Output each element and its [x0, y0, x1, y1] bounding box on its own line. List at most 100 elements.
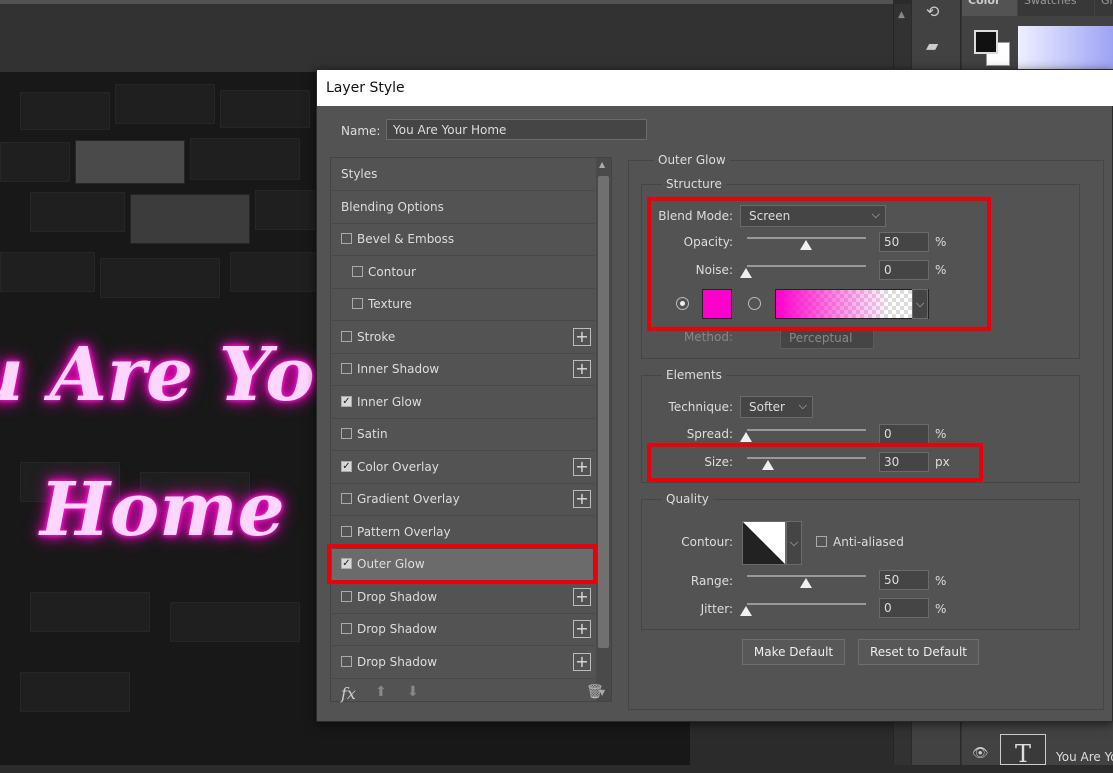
size-input[interactable]: 30 — [879, 452, 929, 472]
style-checkbox[interactable]: ✓ — [341, 395, 352, 407]
style-checkbox[interactable] — [341, 655, 352, 667]
style-item[interactable]: ✓ Inner Glow — [332, 386, 595, 419]
style-checkbox[interactable]: ✓ — [341, 460, 352, 472]
blend-mode-select[interactable]: Screen ⌵ — [740, 205, 886, 227]
move-down-icon[interactable]: ⬇ — [407, 684, 419, 700]
tab-gradients[interactable]: Gr — [1095, 0, 1113, 16]
style-checkbox[interactable]: ✓ — [341, 558, 352, 569]
style-checkbox[interactable] — [341, 623, 352, 634]
anti-aliased-checkbox[interactable] — [816, 536, 827, 547]
add-icon[interactable]: + — [573, 327, 591, 346]
tab-color[interactable]: Color — [962, 0, 1017, 16]
opacity-input[interactable]: 50 — [879, 232, 929, 252]
chevron-down-icon: ⌵ — [871, 208, 880, 221]
style-checkbox[interactable] — [341, 363, 352, 374]
range-input[interactable]: 50 — [879, 570, 929, 590]
brick — [115, 84, 215, 124]
add-icon[interactable]: + — [573, 652, 591, 671]
contour-preview[interactable] — [742, 521, 786, 565]
jitter-input[interactable]: 0 — [879, 598, 929, 618]
style-checkbox[interactable] — [341, 233, 352, 244]
foreground-color-swatch[interactable] — [974, 30, 998, 54]
style-checkbox[interactable] — [352, 298, 363, 309]
style-item[interactable]: Pattern Overlay — [332, 516, 595, 549]
style-item[interactable]: Drop Shadow + — [332, 614, 595, 646]
spread-slider[interactable] — [747, 429, 866, 431]
glow-gradient-swatch[interactable] — [775, 289, 929, 319]
spread-slider-knob[interactable] — [740, 432, 752, 442]
style-item[interactable]: Contour — [332, 256, 595, 289]
style-item[interactable]: Drop Shadow + — [332, 646, 595, 679]
style-item-label: Pattern Overlay — [357, 524, 451, 539]
style-item[interactable]: Gradient Overlay + — [332, 484, 595, 516]
style-item[interactable]: Blending Options — [332, 191, 595, 224]
style-item[interactable]: Bevel & Emboss — [332, 224, 595, 256]
style-checkbox[interactable] — [352, 265, 363, 277]
style-item[interactable]: Drop Shadow + — [332, 581, 595, 614]
style-checkbox[interactable] — [341, 330, 352, 342]
make-default-button[interactable]: Make Default — [742, 639, 845, 665]
styles-list: Styles Blending Options Bevel & Emboss Cont… — [330, 157, 612, 702]
chevron-down-icon[interactable]: ⌵ — [786, 521, 802, 565]
opacity-slider-knob[interactable] — [800, 240, 812, 250]
tab-swatches[interactable]: Swatches — [1018, 0, 1094, 16]
jitter-label: Jitter: — [700, 602, 733, 616]
style-item[interactable]: Texture — [332, 289, 595, 321]
fx-icon[interactable]: fx — [341, 684, 356, 703]
brick — [30, 592, 150, 632]
chevron-up-icon[interactable]: ▲ — [898, 10, 905, 20]
style-checkbox[interactable] — [341, 525, 352, 537]
layer-row[interactable]: 👁 T You Are Yo — [962, 734, 1113, 768]
comment-icon[interactable]: ▰ — [926, 36, 938, 55]
style-checkbox[interactable] — [341, 590, 352, 602]
add-icon[interactable]: + — [573, 360, 591, 378]
styles-list-scrollbar[interactable]: ▲ ▼ — [596, 158, 611, 701]
noise-input[interactable]: 0 — [879, 260, 929, 280]
style-item-label: Bevel & Emboss — [357, 232, 455, 246]
range-slider[interactable] — [747, 575, 866, 577]
history-icon[interactable]: ⟲ — [926, 2, 939, 21]
layer-name-input[interactable]: You Are Your Home — [386, 119, 647, 140]
method-select[interactable]: Perceptual — [780, 327, 874, 349]
gradient-radio[interactable] — [748, 297, 761, 310]
spread-input[interactable]: 0 — [879, 424, 929, 444]
style-item[interactable]: ✓ Color Overlay + — [332, 451, 595, 484]
noise-slider-knob[interactable] — [740, 268, 752, 278]
noise-slider[interactable] — [747, 265, 866, 267]
reset-to-default-button[interactable]: Reset to Default — [858, 639, 979, 665]
jitter-slider-knob[interactable] — [740, 606, 752, 616]
style-item[interactable]: Satin — [332, 419, 595, 451]
brick — [190, 138, 300, 180]
style-item[interactable]: Stroke + — [332, 321, 595, 354]
opacity-label: Opacity: — [683, 235, 733, 249]
color-spectrum[interactable] — [1018, 26, 1113, 70]
style-item[interactable]: Styles — [332, 159, 595, 191]
jitter-slider[interactable] — [747, 603, 866, 605]
size-slider-knob[interactable] — [762, 460, 774, 470]
technique-select[interactable]: Softer ⌵ — [740, 396, 813, 418]
style-item[interactable]: ✓ Outer Glow — [332, 549, 595, 581]
chevron-down-icon[interactable]: ⌵ — [912, 289, 928, 319]
style-item[interactable]: Inner Shadow + — [332, 354, 595, 386]
range-slider-knob[interactable] — [800, 578, 812, 588]
style-checkbox[interactable] — [341, 493, 352, 504]
solid-color-radio[interactable] — [676, 297, 689, 310]
style-checkbox[interactable] — [341, 428, 352, 439]
range-label: Range: — [690, 574, 733, 588]
size-label: Size: — [704, 455, 733, 469]
add-icon[interactable]: + — [573, 490, 591, 508]
scrollbar-thumb[interactable] — [598, 176, 609, 648]
eye-icon[interactable]: 👁 — [972, 746, 989, 761]
brick — [220, 90, 310, 128]
brick — [100, 258, 220, 298]
chevron-up-icon[interactable]: ▲ — [599, 160, 605, 169]
trash-icon[interactable]: 🗑 — [586, 684, 604, 700]
add-icon[interactable]: + — [573, 620, 591, 638]
move-up-icon[interactable]: ⬆ — [375, 684, 387, 700]
opacity-slider[interactable] — [747, 237, 866, 239]
add-icon[interactable]: + — [573, 457, 591, 476]
glow-color-swatch[interactable] — [702, 289, 732, 319]
noise-label: Noise: — [695, 263, 733, 277]
size-slider[interactable] — [747, 457, 866, 459]
add-icon[interactable]: + — [573, 587, 591, 606]
